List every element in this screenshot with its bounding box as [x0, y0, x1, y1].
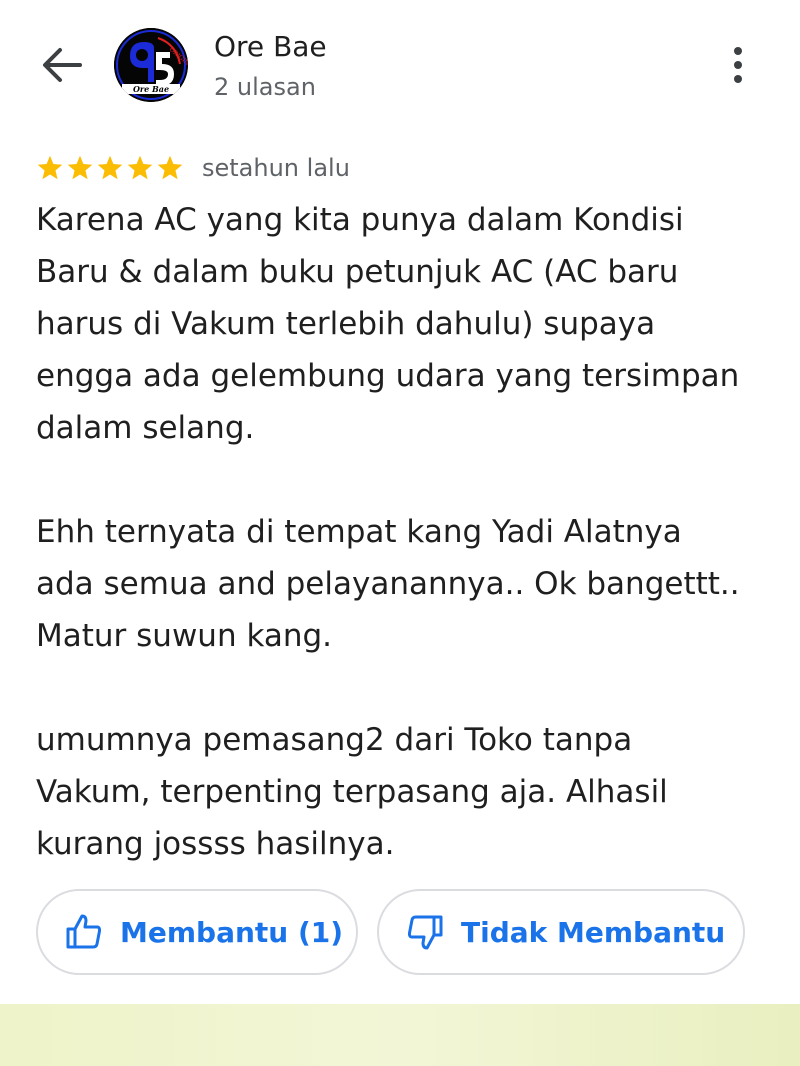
review-line: Baru & dalam buku petunjuk AC (AC baru [36, 254, 679, 290]
star-icon [67, 155, 93, 180]
review-line: dalam selang. [36, 410, 255, 446]
star-icon [127, 155, 153, 180]
helpful-label: Membantu (1) [120, 915, 344, 949]
review-page: ORIGINAL Ore Bae Ore Bae 2 ulasan setahu… [0, 0, 800, 1066]
more-vert-icon[interactable] [718, 42, 758, 88]
not-helpful-button[interactable]: Tidak Membantu [377, 889, 745, 975]
review-line: Vakum, terpenting terpasang aja. Alhasil [36, 774, 668, 810]
star-icon [37, 155, 63, 180]
bottom-map-strip [0, 1004, 800, 1066]
avatar-logo-image: ORIGINAL Ore Bae [114, 28, 188, 102]
helpful-button[interactable]: Membantu (1) [36, 889, 358, 975]
review-date: setahun lalu [202, 154, 350, 182]
star-icon [157, 155, 183, 180]
thumb-up-icon [66, 914, 102, 949]
star-rating [36, 154, 184, 182]
reviewer-review-count: 2 ulasan [214, 73, 316, 101]
back-button[interactable] [36, 42, 88, 88]
review-meta-row: setahun lalu [36, 150, 350, 186]
review-text: Karena AC yang kita punya dalam Kondisi B… [36, 194, 776, 870]
more-options-button[interactable] [718, 42, 758, 88]
thumb-down-icon [407, 915, 443, 950]
review-line: Karena AC yang kita punya dalam Kondisi [36, 202, 684, 238]
review-paragraph: umumnya pemasang2 dari Toko tanpa Vakum, … [36, 714, 776, 870]
review-paragraph: Ehh ternyata di tempat kang Yadi Alatnya… [36, 506, 776, 662]
star-icon [97, 155, 123, 180]
review-line: ada semua and pelayanannya.. Ok bangettt… [36, 566, 740, 602]
review-header: ORIGINAL Ore Bae Ore Bae 2 ulasan [0, 0, 800, 130]
review-paragraph: Karena AC yang kita punya dalam Kondisi B… [36, 194, 776, 454]
review-line: kurang jossss hasilnya. [36, 826, 395, 862]
back-arrow-icon[interactable] [36, 42, 88, 88]
review-line: engga ada gelembung udara yang tersimpan [36, 358, 740, 394]
reviewer-name[interactable]: Ore Bae [214, 30, 327, 63]
not-helpful-label: Tidak Membantu [461, 915, 726, 949]
avatar[interactable]: ORIGINAL Ore Bae [114, 28, 188, 102]
avatar-bottom-text: Ore Bae [133, 84, 169, 94]
review-line: harus di Vakum terlebih dahulu) supaya [36, 306, 656, 342]
review-line: Matur suwun kang. [36, 618, 333, 654]
review-line: Ehh ternyata di tempat kang Yadi Alatnya [36, 514, 682, 550]
review-line: umumnya pemasang2 dari Toko tanpa [36, 722, 633, 758]
